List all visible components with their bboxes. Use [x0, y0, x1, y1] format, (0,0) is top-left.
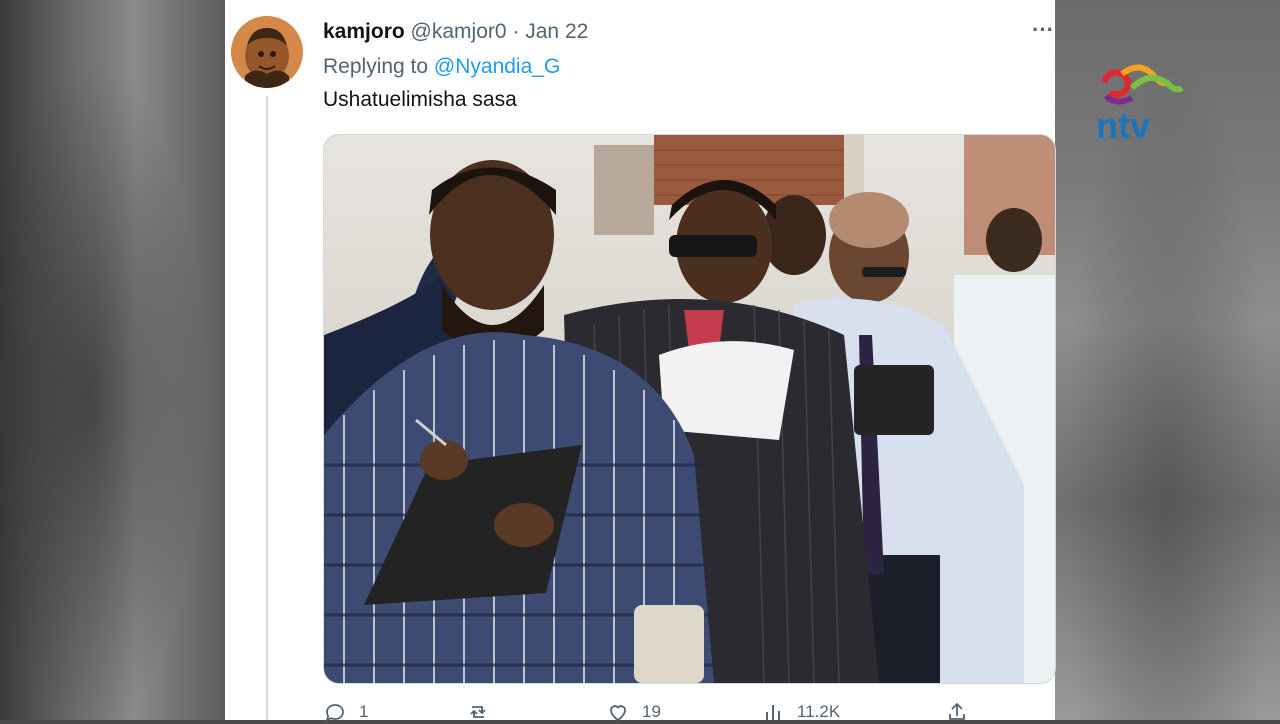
tweet-date[interactable]: Jan 22 [525, 20, 588, 43]
ntv-logo-text: ntv [1096, 105, 1150, 142]
thread-line [266, 96, 268, 720]
replying-to: Replying to @Nyandia_G [323, 55, 560, 79]
reply-icon [325, 704, 344, 722]
tweet-card[interactable]: kamjoro @kamjor0 · Jan 22 ··· Replying t… [225, 0, 1056, 722]
retweet-icon [470, 706, 486, 718]
tweet-header: kamjoro @kamjor0 · Jan 22 [323, 20, 588, 44]
tweet-media-photo[interactable] [323, 134, 1056, 684]
display-name[interactable]: kamjoro [323, 20, 405, 43]
avatar[interactable] [231, 16, 303, 88]
photo-job-seekers-queue [324, 135, 1055, 683]
tweet-text: Ushatuelimisha sasa [323, 88, 517, 111]
handle[interactable]: @kamjor0 [411, 20, 507, 43]
more-horizontal-icon[interactable]: ··· [1031, 19, 1055, 44]
separator: · [512, 20, 520, 43]
ntv-logo-graphic: ntv [1096, 64, 1184, 142]
retweet-action[interactable] [466, 700, 502, 724]
like-action[interactable]: 19 [606, 700, 661, 724]
ntv-logo: ntv [1092, 62, 1188, 142]
views-action[interactable]: 11.2K [761, 700, 840, 724]
avatar-image [231, 16, 303, 88]
reply-action[interactable]: 1 [323, 700, 368, 724]
share-action[interactable] [945, 700, 969, 724]
views-count: 11.2K [797, 702, 841, 721]
blurred-background-left [0, 0, 225, 720]
reply-count: 1 [359, 702, 369, 721]
like-count: 19 [642, 702, 661, 721]
tweet-actions: 1 19 11.2K [323, 700, 1023, 724]
heart-icon [610, 705, 626, 722]
mention-link[interactable]: @Nyandia_G [434, 55, 560, 78]
replying-prefix: Replying to [323, 55, 429, 78]
share-icon [949, 702, 965, 720]
views-chart-icon [766, 705, 780, 720]
